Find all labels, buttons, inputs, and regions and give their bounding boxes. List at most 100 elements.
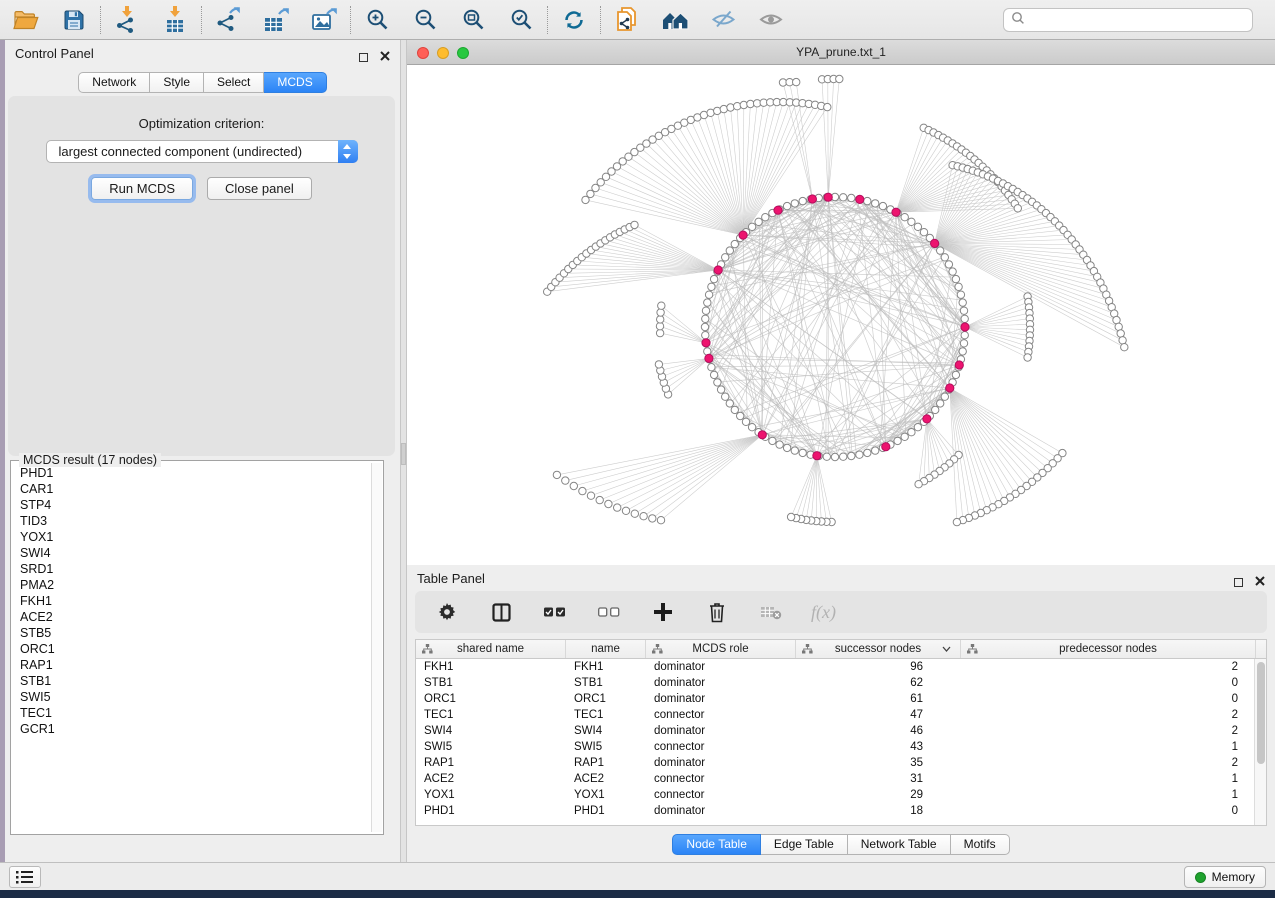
- table-row[interactable]: STB1STB1dominator620: [416, 675, 1266, 691]
- select-all-icon[interactable]: [541, 598, 569, 626]
- network-node[interactable]: [702, 315, 709, 322]
- mcds-node-item[interactable]: GCR1: [12, 721, 370, 737]
- network-node[interactable]: [823, 453, 830, 460]
- table-scrollbar[interactable]: [1254, 659, 1266, 825]
- network-node[interactable]: [848, 452, 855, 459]
- network-node[interactable]: [702, 332, 709, 339]
- network-node[interactable]: [727, 104, 734, 111]
- refresh-icon[interactable]: [560, 6, 588, 34]
- network-node[interactable]: [657, 517, 664, 524]
- network-node[interactable]: [649, 515, 656, 522]
- network-node[interactable]: [915, 481, 922, 488]
- gear-icon[interactable]: [433, 598, 461, 626]
- mcds-node-item[interactable]: TEC1: [12, 705, 370, 721]
- network-node[interactable]: [840, 194, 847, 201]
- network-node[interactable]: [720, 105, 727, 112]
- mcds-dominator-node[interactable]: [923, 415, 931, 423]
- tab-mcds[interactable]: MCDS: [264, 72, 326, 93]
- tab-select[interactable]: Select: [204, 72, 264, 93]
- deselect-all-icon[interactable]: [595, 598, 623, 626]
- mcds-dominator-node[interactable]: [774, 206, 782, 214]
- window-zoom-icon[interactable]: [457, 47, 469, 59]
- network-node[interactable]: [605, 500, 612, 507]
- network-node[interactable]: [701, 323, 708, 330]
- scrollbar-thumb[interactable]: [1257, 662, 1265, 764]
- network-node[interactable]: [901, 214, 908, 221]
- mcds-node-item[interactable]: STP4: [12, 497, 370, 513]
- mcds-node-item[interactable]: SWI5: [12, 689, 370, 705]
- network-node[interactable]: [631, 510, 638, 517]
- network-node[interactable]: [579, 487, 586, 494]
- network-node[interactable]: [937, 400, 944, 407]
- network-node[interactable]: [731, 406, 738, 413]
- import-network-icon[interactable]: [113, 6, 141, 34]
- network-node[interactable]: [894, 437, 901, 444]
- export-image-icon[interactable]: [310, 6, 338, 34]
- network-node[interactable]: [596, 496, 603, 503]
- network-node[interactable]: [748, 424, 755, 431]
- mcds-node-item[interactable]: YOX1: [12, 529, 370, 545]
- network-node[interactable]: [848, 194, 855, 201]
- search-input[interactable]: [1030, 13, 1245, 27]
- network-node[interactable]: [1024, 354, 1031, 361]
- network-node[interactable]: [791, 200, 798, 207]
- network-node[interactable]: [960, 340, 967, 347]
- tab-network-table[interactable]: Network Table: [848, 834, 951, 855]
- mcds-dominator-node[interactable]: [946, 384, 954, 392]
- network-node[interactable]: [640, 513, 647, 520]
- mcds-node-item[interactable]: CAR1: [12, 481, 370, 497]
- column-header-successor-nodes[interactable]: successor nodes: [796, 640, 961, 658]
- memory-button[interactable]: Memory: [1184, 866, 1266, 888]
- network-node[interactable]: [872, 200, 879, 207]
- hide-selected-icon[interactable]: [709, 6, 737, 34]
- mcds-dominator-node[interactable]: [714, 266, 722, 274]
- mcds-node-item[interactable]: SRD1: [12, 561, 370, 577]
- mcds-dominator-node[interactable]: [813, 452, 821, 460]
- network-node[interactable]: [737, 412, 744, 419]
- network-window-titlebar[interactable]: YPA_prune.txt_1: [407, 40, 1275, 65]
- import-table-icon[interactable]: [161, 6, 189, 34]
- column-header-predecessor-nodes[interactable]: predecessor nodes: [961, 640, 1256, 658]
- mcds-dominator-node[interactable]: [824, 193, 832, 201]
- network-node[interactable]: [920, 229, 927, 236]
- table-row[interactable]: SWI5SWI5connector431: [416, 739, 1266, 755]
- network-node[interactable]: [961, 315, 968, 322]
- network-node[interactable]: [656, 329, 663, 336]
- network-node[interactable]: [908, 429, 915, 436]
- export-table-icon[interactable]: [262, 6, 290, 34]
- mcds-dominator-node[interactable]: [856, 195, 864, 203]
- tab-network[interactable]: Network: [78, 72, 150, 93]
- table-row[interactable]: FKH1FKH1dominator962: [416, 659, 1266, 675]
- tab-edge-table[interactable]: Edge Table: [761, 834, 848, 855]
- network-node[interactable]: [704, 299, 711, 306]
- network-node[interactable]: [959, 348, 966, 355]
- close-panel-button[interactable]: Close panel: [207, 177, 312, 200]
- network-node[interactable]: [622, 507, 629, 514]
- mcds-node-item[interactable]: ORC1: [12, 641, 370, 657]
- network-node[interactable]: [783, 444, 790, 451]
- network-node[interactable]: [710, 275, 717, 282]
- network-node[interactable]: [1117, 330, 1124, 337]
- network-node[interactable]: [769, 437, 776, 444]
- network-node[interactable]: [799, 197, 806, 204]
- network-node[interactable]: [959, 299, 966, 306]
- mcds-node-item[interactable]: STB5: [12, 625, 370, 641]
- network-node[interactable]: [952, 275, 959, 282]
- network-node[interactable]: [657, 309, 664, 316]
- mcds-dominator-node[interactable]: [961, 323, 969, 331]
- network-node[interactable]: [953, 518, 960, 525]
- network-node[interactable]: [755, 218, 762, 225]
- network-node[interactable]: [657, 316, 664, 323]
- delete-icon[interactable]: [703, 598, 731, 626]
- column-header-MCDS-role[interactable]: MCDS role: [646, 640, 796, 658]
- mcds-node-item[interactable]: PMA2: [12, 577, 370, 593]
- mcds-dominator-node[interactable]: [758, 431, 766, 439]
- mcds-dominator-node[interactable]: [808, 195, 816, 203]
- network-node[interactable]: [824, 103, 831, 110]
- mcds-dominator-node[interactable]: [931, 239, 939, 247]
- window-close-icon[interactable]: [417, 47, 429, 59]
- network-graph[interactable]: [407, 65, 1273, 563]
- network-node[interactable]: [570, 482, 577, 489]
- open-file-icon[interactable]: [12, 6, 40, 34]
- task-history-button[interactable]: [9, 866, 41, 888]
